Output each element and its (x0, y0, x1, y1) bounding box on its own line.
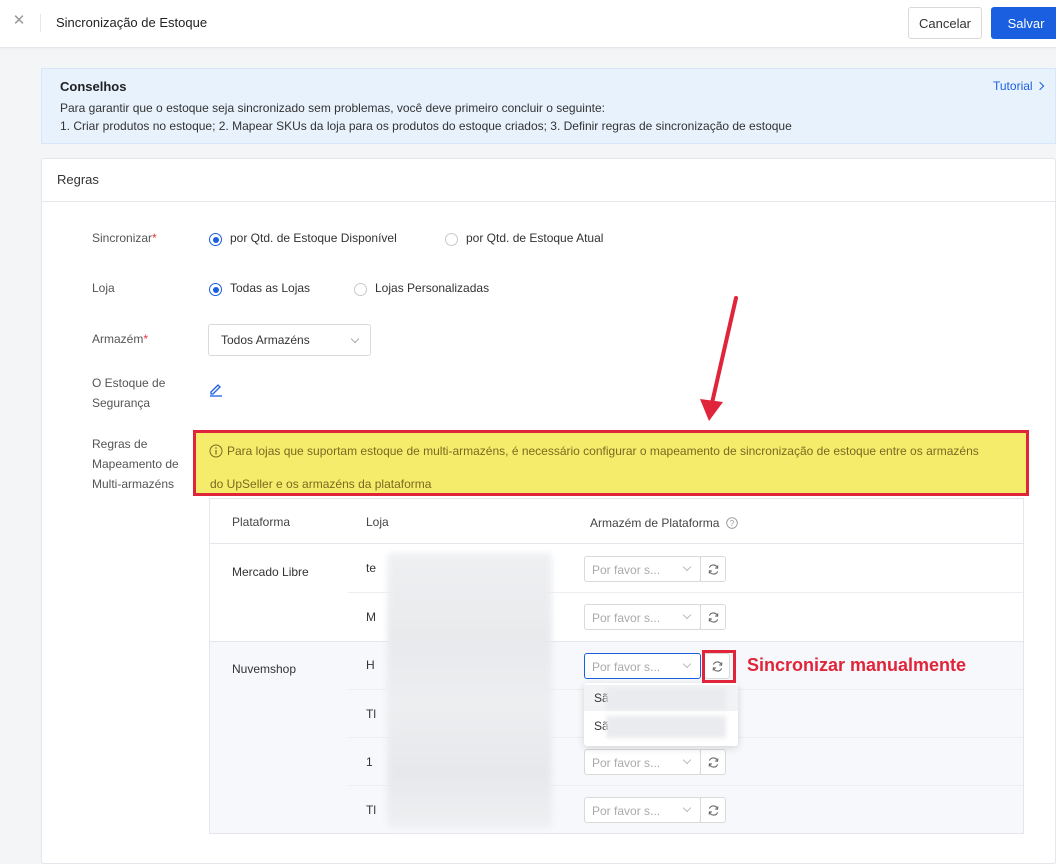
platform-warehouse-select[interactable]: Por favor s... (584, 653, 701, 679)
save-button[interactable]: Salvar (991, 7, 1056, 39)
store-label: Loja (92, 281, 115, 295)
help-icon[interactable]: ? (725, 517, 738, 529)
page-title: Sincronização de Estoque (56, 15, 208, 30)
store-cell: 1 (366, 755, 373, 769)
sync-refresh-button[interactable] (700, 797, 726, 823)
platform-warehouse-select[interactable]: Por favor s... (584, 797, 701, 823)
sync-refresh-button[interactable] (700, 749, 726, 775)
chevron-down-icon (682, 562, 692, 572)
annotation-arrow (700, 296, 738, 421)
top-bar: ✕ Sincronização de Estoque Cancelar Salv… (0, 0, 1056, 48)
refresh-icon (708, 757, 719, 768)
rules-title: Regras (57, 172, 99, 187)
chevron-down-icon (682, 755, 692, 765)
header-divider (40, 14, 41, 32)
annotation-label: Sincronizar manualmente (747, 655, 967, 675)
store-cell: te (366, 561, 377, 575)
info-icon (209, 444, 223, 458)
refresh-icon (708, 805, 719, 816)
platform-cell: Mercado Libre (232, 565, 309, 579)
group-divider (210, 641, 1023, 642)
cancel-button[interactable]: Cancelar (908, 7, 982, 39)
chevron-down-icon (350, 334, 360, 344)
radio-sync-current[interactable] (445, 233, 458, 246)
redacted-store-names (387, 553, 552, 828)
warehouse-select-value: Todos Armazéns (221, 333, 310, 347)
column-header-store: Loja (366, 515, 389, 529)
tutorial-label: Tutorial (993, 79, 1033, 93)
dropdown-option[interactable]: Sã (584, 685, 738, 711)
store-cell: M (366, 610, 376, 624)
store-cell: Tl (366, 803, 376, 817)
tips-banner: Conselhos Para garantir que o estoque se… (41, 68, 1056, 144)
multi-warehouse-warning: Para lojas que suportam estoque de multi… (193, 430, 1029, 496)
platform-cell: Nuvemshop (232, 662, 297, 676)
warning-text-line-1: Para lojas que suportam estoque de multi… (227, 444, 979, 458)
sync-refresh-button[interactable] (700, 556, 726, 582)
table-header-divider (210, 543, 1023, 544)
warehouse-select[interactable]: Todos Armazéns (208, 324, 371, 356)
chevron-down-icon (682, 803, 692, 813)
warehouse-dropdown-menu: Sã Sã (584, 683, 738, 746)
column-header-platform: Plataforma (232, 515, 291, 529)
tutorial-link[interactable]: Tutorial (993, 79, 1044, 93)
refresh-icon (708, 564, 719, 575)
chevron-down-icon (682, 610, 692, 620)
rules-card-header: Regras (42, 159, 1056, 202)
chevron-right-icon (1035, 81, 1044, 91)
radio-custom-stores[interactable] (354, 283, 367, 296)
radio-sync-current-label[interactable]: por Qtd. de Estoque Atual (466, 231, 603, 245)
radio-all-stores[interactable] (209, 283, 222, 296)
store-cell: H (366, 658, 375, 672)
radio-all-stores-label[interactable]: Todas as Lojas (230, 281, 310, 295)
column-header-platform-warehouse: Armazém de Plataforma ? (590, 515, 738, 530)
platform-warehouse-select[interactable]: Por favor s... (584, 604, 701, 630)
svg-text:?: ? (730, 519, 735, 528)
sync-refresh-button[interactable] (700, 604, 726, 630)
tips-text-line-1: Para garantir que o estoque seja sincron… (60, 101, 605, 115)
radio-custom-stores-label[interactable]: Lojas Personalizadas (375, 281, 489, 295)
tips-title: Conselhos (60, 79, 127, 94)
radio-sync-available-label[interactable]: por Qtd. de Estoque Disponível (230, 231, 397, 245)
sync-label: Sincronizar* (92, 231, 157, 245)
radio-sync-available[interactable] (209, 233, 222, 246)
dropdown-option[interactable]: Sã (584, 713, 738, 739)
platform-warehouse-select[interactable]: Por favor s... (584, 556, 701, 582)
tips-text-line-2: 1. Criar produtos no estoque; 2. Mapear … (60, 119, 792, 133)
chevron-down-icon (682, 659, 692, 669)
edit-icon[interactable] (208, 381, 224, 397)
annotation-highlight-box (702, 650, 736, 683)
platform-warehouse-select[interactable]: Por favor s... (584, 749, 701, 775)
store-cell: Tl (366, 707, 376, 721)
mapping-rules-label: Regras de Mapeamento de Multi-armazéns (92, 437, 179, 491)
warning-text-line-2: do UpSeller e os armazéns da plataforma (210, 477, 432, 491)
safety-stock-label: O Estoque de Segurança (92, 376, 166, 410)
warehouse-label: Armazém* (92, 332, 149, 346)
close-icon[interactable]: ✕ (12, 13, 26, 28)
refresh-icon (708, 612, 719, 623)
